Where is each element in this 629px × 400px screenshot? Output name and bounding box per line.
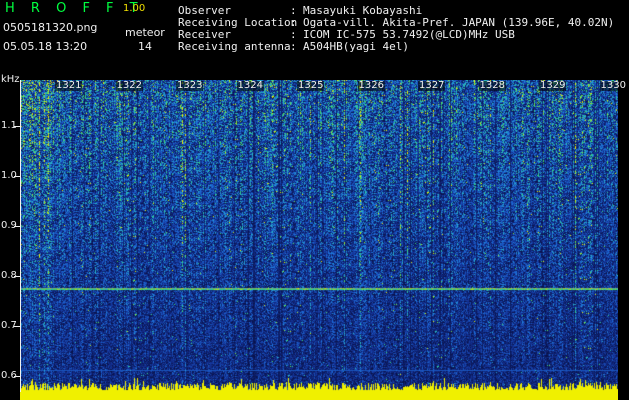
meteor-count: 14 (138, 40, 152, 53)
file-datetime: 05.05.18 13:20 (3, 40, 88, 53)
y-axis-line (20, 80, 21, 392)
time-tick-label: 1323 (176, 80, 204, 91)
y-tick-mark (14, 376, 20, 377)
y-tick-mark (14, 126, 20, 127)
info-colon: : (290, 28, 297, 41)
y-tick-mark (14, 276, 20, 277)
y-axis-unit: kHz (1, 74, 20, 85)
meteor-label: meteor (125, 26, 165, 39)
time-tick-label: 1327 (418, 80, 446, 91)
y-tick-mark (14, 226, 20, 227)
time-tick-label: 1325 (297, 80, 325, 91)
y-tick-mark (14, 176, 20, 177)
info-colon: : (290, 4, 297, 17)
time-tick-label: 1324 (236, 80, 264, 91)
time-tick-label: 1329 (539, 80, 567, 91)
info-colon: : (290, 16, 297, 29)
info-value-location: Ogata-vill. Akita-Pref. JAPAN (139.96E, … (303, 16, 615, 29)
info-value-antenna: A504HB(yagi 4el) (303, 40, 409, 53)
time-tick-label: 1321 (55, 80, 83, 91)
spectrogram (20, 80, 618, 400)
app-version: 1.00 (123, 3, 146, 14)
info-label-observer: Observer (178, 4, 231, 17)
time-tick-label: 1322 (115, 80, 143, 91)
time-tick-label: 1328 (478, 80, 506, 91)
info-label-location: Receiving Location (178, 16, 298, 29)
file-name: 0505181320.png (3, 21, 98, 34)
info-colon: : (290, 40, 297, 53)
info-value-observer: Masayuki Kobayashi (303, 4, 423, 17)
time-tick-label: 1330 (599, 80, 627, 91)
info-label-receiver: Receiver (178, 28, 231, 41)
info-value-receiver: ICOM IC-575 53.7492(@LCD)MHz USB (303, 28, 515, 41)
time-tick-label: 1326 (357, 80, 385, 91)
info-label-antenna: Receiving antenna (178, 40, 291, 53)
y-tick-mark (14, 326, 20, 327)
